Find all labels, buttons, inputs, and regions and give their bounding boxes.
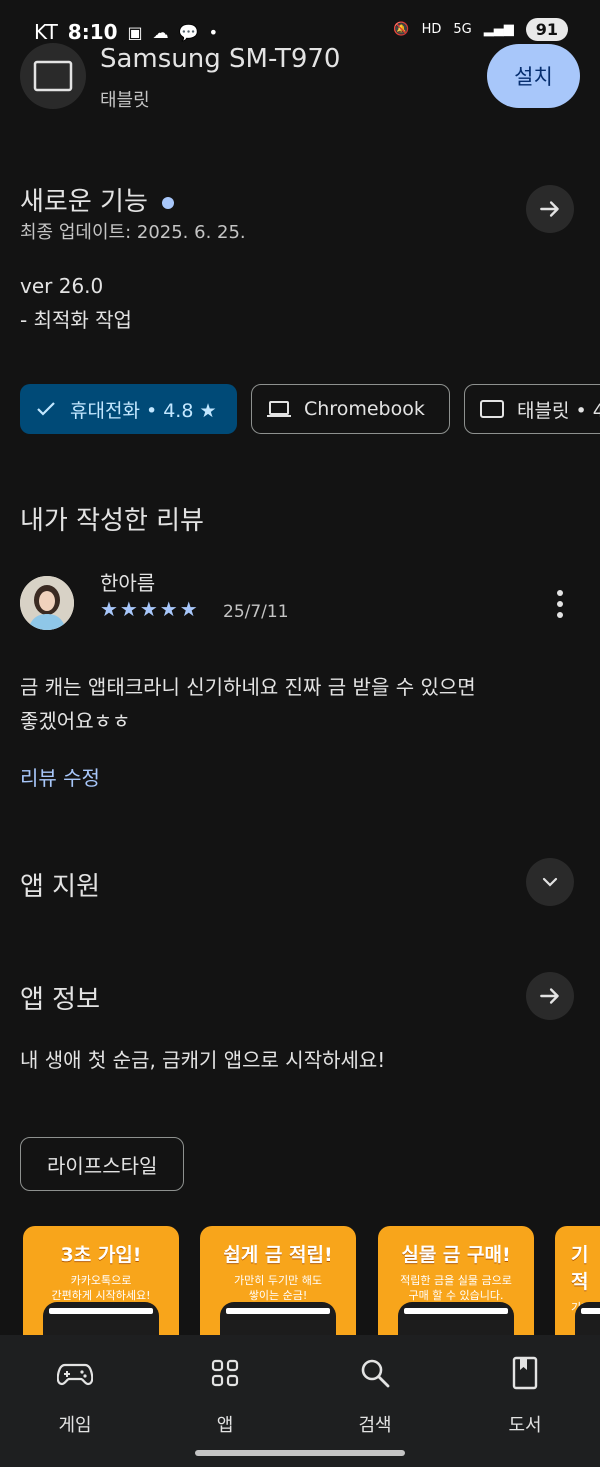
app-support-expand-button[interactable]	[526, 858, 574, 906]
nav-books-label: 도서	[508, 1415, 542, 1436]
more-notifications-icon: •	[208, 22, 219, 42]
screenshot-title: 3초 가입!	[60, 1244, 142, 1266]
gesture-home-bar[interactable]	[195, 1450, 405, 1456]
more-vert-icon	[557, 590, 563, 618]
apps-grid-icon	[211, 1359, 239, 1387]
mute-icon: 🔕	[393, 22, 410, 37]
version-text: ver 26.0	[20, 274, 104, 298]
arrow-right-icon	[540, 988, 559, 1004]
book-icon	[512, 1356, 538, 1390]
nav-apps[interactable]: 앱	[175, 1353, 275, 1437]
device-name: Samsung SM-T970	[100, 44, 341, 74]
device-icon-container	[20, 43, 86, 109]
status-left: KT 8:10 ▣ ☁ 💬 •	[34, 20, 218, 44]
nav-search-label: 검색	[358, 1415, 392, 1436]
screenshot-caption-2: 간편하게 시작하세요!	[51, 1289, 151, 1302]
app-description: 내 생애 첫 순금, 금캐기 앱으로 시작하세요!	[20, 1048, 386, 1072]
chip-chromebook[interactable]: Chromebook	[251, 384, 450, 434]
tablet-device-icon	[33, 60, 73, 92]
device-type: 태블릿	[100, 90, 150, 111]
screenshot-caption-1: 적립한 금을 실물 금으로	[400, 1274, 512, 1287]
arrow-right-icon	[540, 201, 559, 217]
nav-search[interactable]: 검색	[325, 1353, 425, 1437]
screenshot-caption-2: 구매 할 수 있습니다.	[408, 1289, 504, 1302]
screenshot-caption-1: 카카오톡으로	[70, 1274, 132, 1287]
whats-new-arrow-button[interactable]	[526, 185, 574, 233]
chip-tablet-label: 태블릿 • 4	[517, 399, 600, 422]
clock: 8:10	[67, 20, 118, 44]
laptop-icon	[267, 401, 291, 417]
category-chip[interactable]: 라이프스타일	[20, 1137, 185, 1191]
check-icon	[37, 402, 55, 416]
kakaotalk-notification-icon: 💬	[178, 22, 199, 42]
cloud-notification-icon: ☁	[152, 22, 169, 42]
chip-chromebook-label: Chromebook	[304, 398, 425, 420]
avatar-image	[20, 576, 74, 630]
whats-new-title[interactable]: 새로운 기능	[20, 181, 174, 218]
chip-tablet[interactable]: 태블릿 • 4	[464, 384, 600, 434]
chevron-down-icon	[542, 877, 558, 887]
last-updated: 최종 업데이트: 2025. 6. 25.	[20, 222, 246, 243]
edit-review-link[interactable]: 리뷰 수정	[20, 762, 100, 791]
reviewer-name: 한아름	[100, 571, 156, 595]
bottom-navigation: 게임 앱 검색 도서	[0, 1335, 600, 1467]
my-review-title: 내가 작성한 리뷰	[20, 506, 204, 536]
screenshot-caption-1: 가만히 두기만 해도	[234, 1274, 322, 1287]
gamepad-icon	[57, 1363, 93, 1386]
screenshot-title: 실물 금 구매!	[401, 1244, 511, 1266]
review-more-button[interactable]	[548, 588, 572, 620]
avatar	[20, 576, 74, 630]
release-notes: - 최적화 작업	[20, 308, 132, 332]
search-icon	[361, 1359, 390, 1388]
tablet-icon	[480, 400, 504, 418]
status-right: 🔕 HD 5G ▂▄▆ 91	[393, 18, 568, 41]
nav-games-label: 게임	[58, 1415, 92, 1436]
hd-icon: HD	[421, 22, 442, 37]
nav-games[interactable]: 게임	[25, 1353, 125, 1437]
review-text-line2: 좋겠어요ㅎㅎ	[20, 709, 131, 733]
network-type: 5G	[453, 22, 472, 37]
review-date: 25/7/11	[223, 602, 289, 622]
app-support-title[interactable]: 앱 지원	[20, 866, 100, 903]
chip-phone[interactable]: 휴대전화 • 4.8 ★	[20, 384, 237, 434]
review-stars: ★★★★★	[100, 597, 200, 621]
app-info-arrow-button[interactable]	[526, 972, 574, 1020]
chip-phone-label: 휴대전화 • 4.8 ★	[70, 399, 217, 422]
new-indicator-dot	[161, 196, 174, 209]
app-info-title[interactable]: 앱 정보	[20, 979, 100, 1016]
screenshot-title: 기적	[571, 1244, 589, 1293]
screenshot-caption-2: 쌓이는 순금!	[248, 1289, 308, 1302]
review-text-line1: 금 캐는 앱태크라니 신기하네요 진짜 금 받을 수 있으면	[20, 675, 476, 699]
install-button[interactable]: 설치	[487, 44, 580, 108]
carrier-label: KT	[34, 20, 58, 44]
nav-apps-label: 앱	[216, 1415, 234, 1436]
signal-icon: ▂▄▆	[483, 22, 514, 37]
battery-indicator: 91	[525, 18, 568, 41]
nav-books[interactable]: 도서	[475, 1353, 575, 1437]
screenshot-notification-icon: ▣	[127, 22, 143, 42]
screenshot-title: 쉽게 금 적립!	[223, 1244, 333, 1266]
whats-new-title-text: 새로운 기능	[20, 187, 148, 217]
